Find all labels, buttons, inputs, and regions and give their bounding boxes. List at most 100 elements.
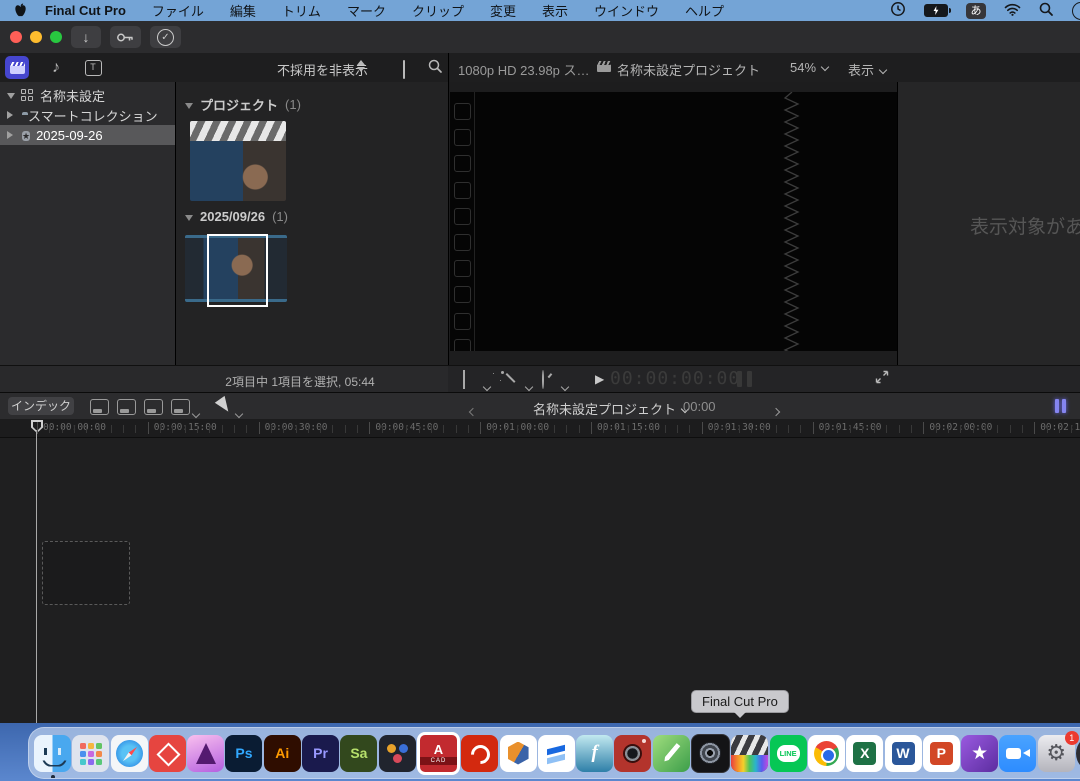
next-project-button[interactable] — [773, 402, 779, 420]
battery-icon[interactable] — [924, 4, 948, 17]
menu-item-trim[interactable]: トリム — [282, 1, 321, 20]
pencil-app-dock-icon[interactable] — [653, 735, 690, 772]
finder-dock-icon[interactable] — [34, 735, 71, 772]
disclosure-triangle-icon[interactable] — [7, 131, 13, 139]
spotlight-search-icon[interactable] — [1039, 2, 1054, 20]
disk-app-dock-icon[interactable] — [691, 734, 730, 773]
control-center-icon-partial[interactable] — [1072, 2, 1080, 20]
menu-item-modify[interactable]: 変更 — [490, 1, 516, 20]
chrome-dock-icon[interactable] — [808, 735, 845, 772]
zoom-window-button[interactable] — [50, 31, 62, 43]
filmstrip-view-button[interactable] — [403, 61, 405, 79]
sidebar-item-名称未設定[interactable]: 名称未設定 — [0, 85, 175, 105]
line-dock-icon[interactable]: LINE — [770, 735, 807, 772]
audio-meters-mini[interactable] — [737, 371, 752, 387]
word-dock-icon[interactable]: W — [885, 735, 922, 772]
apple-menu-icon[interactable] — [14, 3, 27, 18]
ruler-minor-tick — [665, 425, 666, 433]
viewer-zoom-dropdown[interactable]: 54% — [790, 60, 828, 75]
audio-meters-button[interactable] — [1055, 399, 1066, 413]
sidebar-item-スマートコレクション[interactable]: スマートコレクション — [0, 105, 175, 125]
blockbench-dock-icon[interactable] — [500, 735, 537, 772]
ruler-minor-tick — [566, 425, 567, 433]
zoom-dock-icon[interactable] — [999, 735, 1036, 772]
menu-item-file[interactable]: ファイル — [152, 1, 204, 20]
window-title-bar: ↓ ✓ — [0, 21, 1080, 54]
ruler-minor-tick — [874, 425, 875, 433]
final-cut-pro-dock-icon[interactable] — [731, 735, 768, 772]
autocad-dock-icon[interactable]: ACAD — [417, 732, 460, 775]
timeline-area[interactable] — [0, 438, 1080, 723]
fullscreen-icon[interactable] — [875, 370, 889, 389]
show-browser-button[interactable] — [5, 56, 29, 79]
clip-filter-dropdown[interactable]: 不採用を非表示 — [277, 60, 368, 79]
fusion-dock-icon[interactable]: f — [576, 735, 613, 772]
menu-item-edit[interactable]: 編集 — [230, 1, 256, 20]
keywords-button[interactable] — [110, 26, 141, 48]
ruler-minor-tick — [283, 425, 284, 433]
timeline-drop-placeholder[interactable] — [42, 541, 130, 605]
launchpad-dock-icon[interactable] — [72, 735, 109, 772]
excel-dock-icon[interactable]: X — [846, 735, 883, 772]
camera-app-dock-icon[interactable] — [614, 735, 651, 772]
acrobat-dock-icon[interactable] — [461, 735, 498, 772]
timeline-project-selector[interactable]: 名称未設定プロジェクト — [533, 399, 688, 418]
select-tool-icon[interactable] — [215, 396, 233, 415]
disclosure-triangle-icon[interactable] — [185, 215, 193, 221]
disclosure-triangle-icon[interactable] — [7, 111, 13, 119]
ruler-minor-tick — [911, 425, 912, 433]
disclosure-triangle-icon[interactable] — [7, 93, 15, 99]
ruler-minor-tick — [443, 425, 444, 433]
menu-item-clip[interactable]: クリップ — [412, 1, 464, 20]
safari-dock-icon[interactable] — [111, 735, 148, 772]
background-tasks-button[interactable]: ✓ — [150, 26, 181, 48]
append-edit-icon[interactable] — [144, 399, 163, 415]
illustrator-dock-icon[interactable]: Ai — [264, 735, 301, 772]
red-diamond-app-dock-icon[interactable] — [149, 735, 186, 772]
substance-sampler-dock-icon[interactable]: Sa — [340, 735, 377, 772]
wifi-icon[interactable] — [1004, 3, 1021, 19]
minimize-window-button[interactable] — [30, 31, 42, 43]
davinci-resolve-dock-icon[interactable] — [379, 735, 416, 772]
photoshop-dock-icon[interactable]: Ps — [225, 735, 262, 772]
connect-edit-icon[interactable] — [90, 399, 109, 415]
sidebar-item-2025-09-26[interactable]: ★2025-09-26 — [0, 125, 175, 145]
viewer-view-dropdown[interactable]: 表示 — [848, 60, 886, 79]
premiere-pro-dock-icon[interactable]: Pr — [302, 735, 339, 772]
play-button[interactable]: ▶ — [595, 372, 604, 386]
project-thumbnail[interactable] — [190, 121, 286, 201]
system-settings-dock-icon[interactable]: 1 — [1038, 735, 1075, 772]
ruler-minor-tick — [886, 425, 887, 433]
projects-section-header[interactable]: プロジェクト(1) — [185, 95, 301, 114]
ruler-minor-tick — [542, 425, 543, 433]
menu-item-mark[interactable]: マーク — [347, 1, 386, 20]
star-app-dock-icon[interactable] — [961, 735, 998, 772]
menu-item-window[interactable]: ウインドウ — [594, 1, 659, 20]
crop-tool-button[interactable] — [463, 371, 465, 389]
shapr3d-dock-icon[interactable] — [538, 735, 575, 772]
powerpoint-dock-icon[interactable]: P — [923, 735, 960, 772]
menu-item-view[interactable]: 表示 — [542, 1, 568, 20]
affinity-photo-dock-icon[interactable] — [187, 735, 224, 772]
playhead-line[interactable] — [36, 430, 37, 723]
menu-item-help[interactable]: ヘルプ — [685, 1, 724, 20]
previous-project-button[interactable] — [470, 402, 476, 420]
index-button[interactable]: インデックス — [8, 397, 74, 415]
overwrite-edit-icon[interactable] — [171, 399, 190, 415]
ruler-minor-tick — [616, 425, 617, 433]
titles-generators-sidebar-button[interactable]: T — [81, 56, 105, 79]
timeline-ruler[interactable]: 00:00:00:0000:00:15:0000:00:30:0000:00:4… — [0, 419, 1080, 438]
insert-edit-icon[interactable] — [117, 399, 136, 415]
event-date-section-header[interactable]: 2025/09/26(1) — [185, 209, 288, 224]
library-icon — [21, 89, 34, 102]
retime-button[interactable] — [542, 371, 544, 389]
import-media-button[interactable]: ↓ — [71, 26, 101, 48]
input-source-icon[interactable]: あ — [966, 3, 986, 19]
close-window-button[interactable] — [10, 31, 22, 43]
time-machine-icon[interactable] — [890, 1, 906, 20]
filter-sort-chevrons-icon[interactable] — [357, 60, 365, 72]
menu-app-name[interactable]: Final Cut Pro — [45, 3, 126, 18]
disclosure-triangle-icon[interactable] — [185, 103, 193, 109]
search-button[interactable] — [428, 59, 443, 79]
photos-audio-sidebar-button[interactable]: ♪ — [44, 56, 68, 79]
